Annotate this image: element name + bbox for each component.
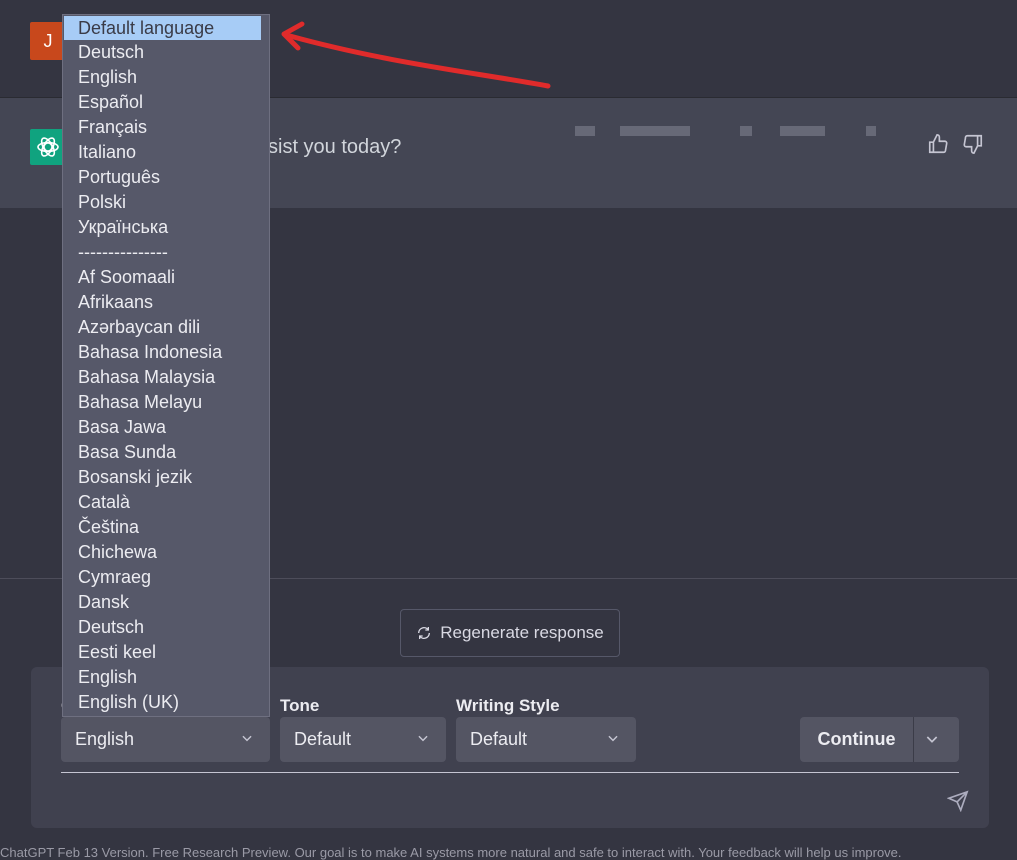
dropdown-option[interactable]: Eesti keel xyxy=(63,640,269,665)
tone-select-value: Default xyxy=(294,729,352,749)
dropdown-option[interactable]: Italiano xyxy=(63,140,269,165)
dropdown-option[interactable]: Chichewa xyxy=(63,540,269,565)
assistant-message-text: sist you today? xyxy=(268,136,402,158)
dropdown-option[interactable]: Azərbaycan dili xyxy=(63,315,269,340)
redacted-mark xyxy=(780,126,825,136)
dropdown-option[interactable]: --------------- xyxy=(63,240,269,265)
send-icon[interactable] xyxy=(947,790,969,812)
dropdown-option[interactable]: Dansk xyxy=(63,590,269,615)
footer-text: ChatGPT Feb 13 Version. Free Research Pr… xyxy=(0,845,902,860)
language-select[interactable]: English xyxy=(61,717,270,762)
regenerate-response-button[interactable]: Regenerate response xyxy=(400,609,620,657)
continue-split-button: Continue xyxy=(800,717,959,762)
dropdown-option[interactable]: Français xyxy=(63,115,269,140)
chevron-down-icon xyxy=(608,735,618,742)
dropdown-option[interactable]: Bahasa Indonesia xyxy=(63,340,269,365)
dropdown-option[interactable]: Català xyxy=(63,490,269,515)
continue-button[interactable]: Continue xyxy=(800,717,913,762)
refresh-icon xyxy=(418,627,431,639)
redacted-mark xyxy=(866,126,876,136)
dropdown-option[interactable]: Cymraeg xyxy=(63,565,269,590)
dropdown-option[interactable]: Bahasa Malaysia xyxy=(63,365,269,390)
dropdown-option[interactable]: Deutsch xyxy=(63,615,269,640)
chevron-down-icon xyxy=(418,735,428,742)
redacted-mark xyxy=(620,126,690,136)
chevron-down-icon xyxy=(242,735,252,742)
language-select-value: English xyxy=(75,729,135,749)
redacted-mark xyxy=(575,126,595,136)
dropdown-option[interactable]: Українська xyxy=(63,215,269,240)
dropdown-option[interactable]: Polski xyxy=(63,190,269,215)
redacted-mark xyxy=(740,126,752,136)
language-dropdown-list[interactable]: Default language Deutsch English Español Fra… xyxy=(62,14,270,717)
regenerate-label: Regenerate response xyxy=(440,623,604,642)
dropdown-option[interactable]: English xyxy=(63,65,269,90)
continue-separator xyxy=(913,717,914,762)
dropdown-option[interactable]: Basa Jawa xyxy=(63,415,269,440)
dropdown-option[interactable]: Basa Sunda xyxy=(63,440,269,465)
dropdown-option[interactable]: English (UK) xyxy=(63,690,269,715)
dropdown-option[interactable]: Afrikaans xyxy=(63,290,269,315)
tone-label: Tone xyxy=(280,696,320,715)
thumbs-up-icon[interactable] xyxy=(927,133,949,155)
thumbs-down-icon[interactable] xyxy=(962,133,984,155)
dropdown-option[interactable]: Português xyxy=(63,165,269,190)
user-avatar: J xyxy=(30,22,66,60)
dropdown-option[interactable]: Español xyxy=(63,90,269,115)
dropdown-option[interactable]: Bahasa Melayu xyxy=(63,390,269,415)
prompt-input-underline[interactable] xyxy=(61,772,959,773)
dropdown-option[interactable]: Čeština xyxy=(63,515,269,540)
dropdown-option[interactable]: Default language xyxy=(64,16,261,40)
dropdown-option[interactable]: Deutsch xyxy=(63,40,269,65)
tone-select[interactable]: Default xyxy=(280,717,446,762)
dropdown-option[interactable]: English xyxy=(63,665,269,690)
writing-style-select-value: Default xyxy=(470,729,528,749)
dropdown-option[interactable]: Af Soomaali xyxy=(63,265,269,290)
chevron-down-icon[interactable] xyxy=(924,731,940,747)
writing-style-select[interactable]: Default xyxy=(456,717,636,762)
annotation-arrow-icon xyxy=(281,21,551,89)
openai-logo-icon xyxy=(30,129,66,165)
writing-style-label: Writing Style xyxy=(456,696,560,715)
dropdown-option[interactable]: Bosanski jezik xyxy=(63,465,269,490)
